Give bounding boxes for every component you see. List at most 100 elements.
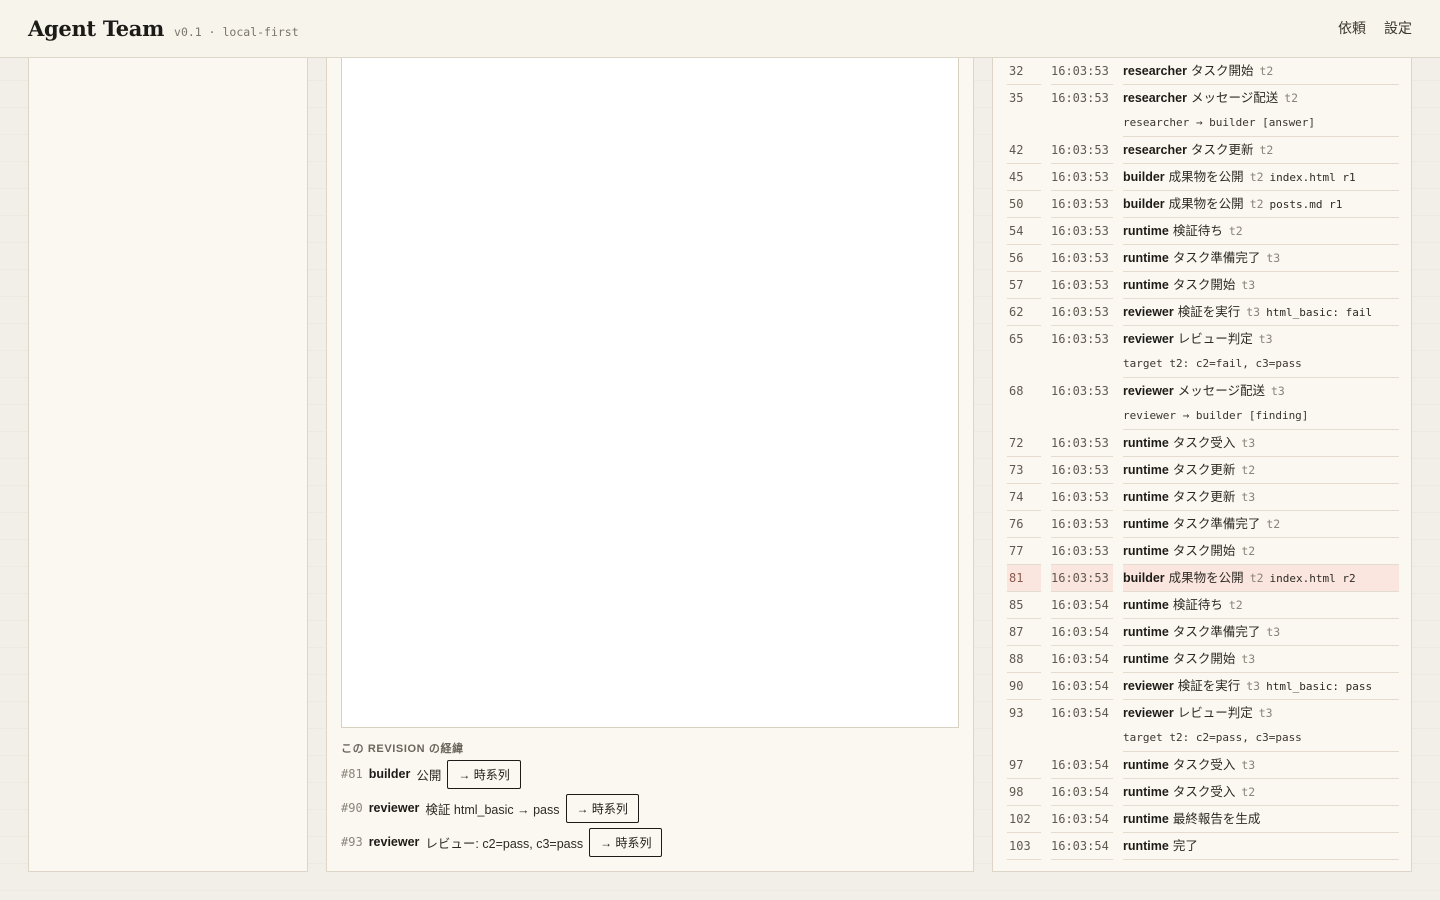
event-timestamp: 16:03:53 xyxy=(1051,58,1113,85)
event-log-row[interactable]: 72 16:03:53 runtime タスク受入 t3 xyxy=(1007,430,1399,457)
event-task-id: t3 xyxy=(1241,490,1256,504)
event-log-row[interactable]: 42 16:03:53 researcher タスク更新 t2 xyxy=(1007,137,1399,164)
event-summary: researcher タスク開始 t2 xyxy=(1123,58,1399,85)
event-log-row[interactable]: 57 16:03:53 runtime タスク開始 t3 xyxy=(1007,272,1399,299)
event-log-row[interactable]: 50 16:03:53 builder 成果物を公開 t2 posts.md r1 xyxy=(1007,191,1399,218)
event-timestamp: 16:03:53 xyxy=(1051,565,1113,592)
event-task-id: t3 xyxy=(1258,706,1273,720)
event-action: タスク開始 xyxy=(1172,544,1236,558)
event-summary: runtime タスク更新 t3 xyxy=(1123,484,1399,511)
event-actor: reviewer xyxy=(1123,305,1174,319)
event-actor: researcher xyxy=(1123,143,1187,157)
event-task-id: t2 xyxy=(1228,598,1243,612)
event-sequence-number: 56 xyxy=(1007,245,1041,272)
jump-to-timeline-button[interactable]: → 時系列 xyxy=(447,759,521,789)
event-task-id: t2 xyxy=(1249,170,1264,184)
nav-request-link[interactable]: 依頼 xyxy=(1338,18,1366,38)
event-action: 成果物を公開 xyxy=(1168,197,1244,211)
event-log-row[interactable]: 90 16:03:54 reviewer 検証を実行 t3 html_basic: pas… xyxy=(1007,673,1399,700)
event-log-row[interactable]: 76 16:03:53 runtime タスク準備完了 t2 xyxy=(1007,511,1399,538)
event-action: 成果物を公開 xyxy=(1168,170,1244,184)
event-actor: runtime xyxy=(1123,544,1169,558)
event-extra: html_basic: pass xyxy=(1266,680,1373,693)
event-summary: reviewer 検証を実行 t3 html_basic: pass xyxy=(1123,673,1399,700)
event-summary: runtime タスク開始 t2 xyxy=(1123,538,1399,565)
history-description: 公開 xyxy=(416,768,442,783)
event-sequence-number: 97 xyxy=(1007,752,1041,779)
jump-to-timeline-button[interactable]: → 時系列 xyxy=(565,793,639,823)
event-log-row[interactable]: 35 16:03:53 researcher メッセージ配送 t2 researcher … xyxy=(1007,85,1399,137)
event-actor: runtime xyxy=(1123,598,1169,612)
top-nav: 依頼 設定 xyxy=(1338,18,1412,38)
revision-history-item: #90 reviewer 検証 html_basic → pass → 時系列 xyxy=(341,793,639,823)
event-detail: reviewer → builder [finding] xyxy=(1123,405,1399,430)
event-summary: researcher タスク更新 t2 xyxy=(1123,137,1399,164)
event-timestamp: 16:03:54 xyxy=(1051,752,1113,779)
event-sequence-number: 72 xyxy=(1007,430,1041,457)
event-summary: runtime 最終報告を生成 xyxy=(1123,806,1399,833)
jump-to-timeline-button[interactable]: → 時系列 xyxy=(589,827,663,857)
event-sequence-number: 87 xyxy=(1007,619,1041,646)
event-actor: runtime xyxy=(1123,436,1169,450)
event-sequence-number: 68 xyxy=(1009,384,1024,398)
event-action: レビュー判定 xyxy=(1177,706,1253,720)
event-timeline-panel[interactable]: 32 16:03:53 researcher タスク開始 t2 35 16:03:53 res… xyxy=(992,58,1412,872)
history-actor: reviewer xyxy=(368,835,420,849)
event-actor: reviewer xyxy=(1123,384,1174,398)
event-actor: runtime xyxy=(1123,652,1169,666)
event-log-row[interactable]: 32 16:03:53 researcher タスク開始 t2 xyxy=(1007,58,1399,85)
event-sequence-number: 77 xyxy=(1007,538,1041,565)
event-action: メッセージ配送 xyxy=(1177,384,1265,398)
event-log-row[interactable]: 74 16:03:53 runtime タスク更新 t3 xyxy=(1007,484,1399,511)
event-log-row[interactable]: 77 16:03:53 runtime タスク開始 t2 xyxy=(1007,538,1399,565)
event-task-id: t2 xyxy=(1241,785,1256,799)
event-summary: reviewer メッセージ配送 t3 xyxy=(1123,378,1399,405)
event-action: タスク更新 xyxy=(1172,490,1236,504)
event-task-id: t2 xyxy=(1259,64,1274,78)
event-actor: reviewer xyxy=(1123,706,1174,720)
event-log-row[interactable]: 98 16:03:54 runtime タスク受入 t2 xyxy=(1007,779,1399,806)
event-summary: reviewer レビュー判定 t3 xyxy=(1123,326,1399,353)
event-sequence-number: 74 xyxy=(1007,484,1041,511)
event-action: 最終報告を生成 xyxy=(1172,812,1261,826)
nav-settings-link[interactable]: 設定 xyxy=(1384,18,1412,38)
event-log-row[interactable]: 93 16:03:54 reviewer レビュー判定 t3 target t2: c2=… xyxy=(1007,700,1399,752)
event-log-row[interactable]: 81 16:03:53 builder 成果物を公開 t2 index.html r2 xyxy=(1007,565,1399,592)
history-event-number: #81 xyxy=(341,767,363,781)
revision-history-item: #81 builder 公開 → 時系列 xyxy=(341,759,521,789)
event-timestamp: 16:03:54 xyxy=(1051,646,1113,673)
event-log-row[interactable]: 102 16:03:54 runtime 最終報告を生成 xyxy=(1007,806,1399,833)
event-log-row[interactable]: 68 16:03:53 reviewer メッセージ配送 t3 reviewer → bu… xyxy=(1007,378,1399,430)
event-log-row[interactable]: 85 16:03:54 runtime 検証待ち t2 xyxy=(1007,592,1399,619)
event-actor: runtime xyxy=(1123,758,1169,772)
event-sequence-number: 45 xyxy=(1007,164,1041,191)
event-log-row[interactable]: 97 16:03:54 runtime タスク受入 t3 xyxy=(1007,752,1399,779)
event-log-row[interactable]: 56 16:03:53 runtime タスク準備完了 t3 xyxy=(1007,245,1399,272)
event-log-row[interactable]: 45 16:03:53 builder 成果物を公開 t2 index.html r1 xyxy=(1007,164,1399,191)
event-action: 成果物を公開 xyxy=(1168,571,1244,585)
event-log-row[interactable]: 88 16:03:54 runtime タスク開始 t3 xyxy=(1007,646,1399,673)
event-log-row[interactable]: 73 16:03:53 runtime タスク更新 t2 xyxy=(1007,457,1399,484)
event-log-row[interactable]: 103 16:03:54 runtime 完了 xyxy=(1007,833,1399,860)
event-timestamp: 16:03:54 xyxy=(1051,706,1109,720)
event-actor: builder xyxy=(1123,170,1165,184)
event-timestamp: 16:03:53 xyxy=(1051,137,1113,164)
event-task-id: t2 xyxy=(1249,197,1264,211)
event-task-id: t3 xyxy=(1241,758,1256,772)
event-sequence-number: 90 xyxy=(1007,673,1041,700)
event-actor: runtime xyxy=(1123,463,1169,477)
event-action: タスク更新 xyxy=(1172,463,1236,477)
artifact-preview-frame[interactable] xyxy=(341,58,959,728)
event-log-row[interactable]: 62 16:03:53 reviewer 検証を実行 t3 html_basic: fai… xyxy=(1007,299,1399,326)
event-summary: runtime 検証待ち t2 xyxy=(1123,218,1399,245)
event-task-id: t2 xyxy=(1241,544,1256,558)
event-log-row[interactable]: 65 16:03:53 reviewer レビュー判定 t3 target t2: c2=… xyxy=(1007,326,1399,378)
app-title: Agent Team xyxy=(28,16,165,41)
event-sequence-number: 32 xyxy=(1007,58,1041,85)
event-action: タスク受入 xyxy=(1172,758,1236,772)
event-log-row[interactable]: 54 16:03:53 runtime 検証待ち t2 xyxy=(1007,218,1399,245)
event-summary: researcher メッセージ配送 t2 xyxy=(1123,85,1399,112)
event-log-row[interactable]: 87 16:03:54 runtime タスク準備完了 t3 xyxy=(1007,619,1399,646)
event-actor: researcher xyxy=(1123,64,1187,78)
history-actor: builder xyxy=(368,767,411,781)
